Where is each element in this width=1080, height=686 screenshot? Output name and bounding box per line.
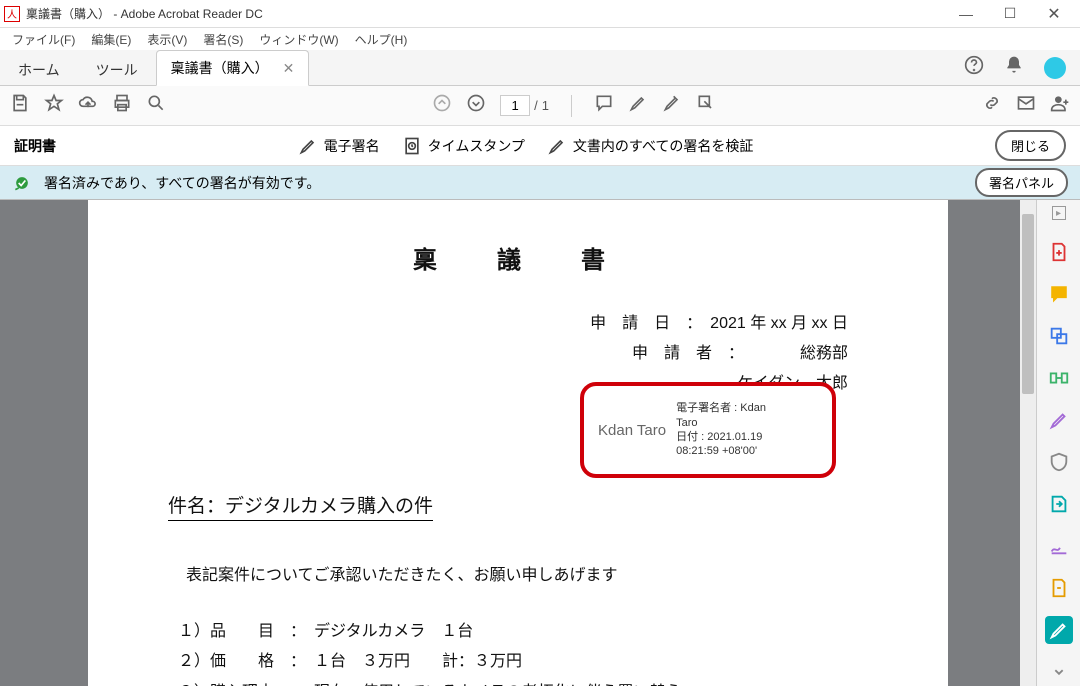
document-viewport[interactable]: 稟 議 書 申請日 ： 2021 年 xx 月 xx 日 申請者 ： 総務部 ケ… [0,200,1036,686]
doc-title: 稟 議 書 [168,240,868,275]
tool-protect-icon[interactable] [1045,448,1073,476]
menu-file[interactable]: ファイル(F) [6,29,81,50]
tool-combine-icon[interactable] [1045,322,1073,350]
esign-button[interactable]: 電子署名 [298,136,380,156]
signature-details: 電子署名者 : Kdan Taro 日付 : 2021.01.19 08:21:… [676,401,766,458]
certificate-bar: 証明書 電子署名 タイムスタンプ 文書内のすべての署名を検証 閉じる [0,126,1080,166]
item-row: ３）購入理由 ： 現在、使用しているカメラの老朽化に伴う買い替え。 [178,678,868,686]
doc-subject: 件名：デジタルカメラ購入の件 [168,491,433,521]
add-person-icon[interactable] [1050,93,1070,118]
signature-stamp[interactable]: Kdan Taro 電子署名者 : Kdan Taro 日付 : 2021.01… [580,382,836,478]
save-icon[interactable] [10,93,30,118]
window-titlebar: 人 稟議書（購入） - Adobe Acrobat Reader DC — ☐ … [0,0,1080,28]
page-up-icon[interactable] [432,93,452,118]
apply-date-row: 申請日 ： 2021 年 xx 月 xx 日 [168,309,868,333]
signature-signer: Kdan Taro [598,422,666,439]
timestamp-button[interactable]: タイムスタンプ [402,136,525,156]
main-toolbar: / 1 [0,86,1080,126]
right-tool-panel: ▸ [1036,200,1080,686]
panel-toggle-icon[interactable]: ▸ [1052,206,1066,220]
window-title: 稟議書（購入） - Adobe Acrobat Reader DC [26,5,944,22]
bell-icon[interactable] [1004,55,1024,80]
link-icon[interactable] [982,93,1002,118]
minimize-button[interactable]: — [944,0,988,28]
user-avatar[interactable] [1044,57,1066,79]
tool-compress-icon[interactable] [1045,574,1073,602]
star-icon[interactable] [44,93,64,118]
item-row: ２）価 格 ： １台 ３万円 計：３万円 [178,647,868,677]
item-row: １）品 目 ： デジタルカメラ １台 [178,617,868,647]
tool-fill-sign-icon[interactable] [1045,532,1073,560]
tab-document-label: 稟議書（購入） [171,58,269,78]
pdf-app-icon: 人 [4,6,20,22]
tab-home[interactable]: ホーム [0,50,78,85]
menu-view[interactable]: 表示(V) [141,29,193,50]
tool-more-icon[interactable] [1045,658,1073,686]
comment-icon[interactable] [594,93,614,118]
menu-edit[interactable]: 編集(E) [85,29,137,50]
search-icon[interactable] [146,93,166,118]
verify-all-button[interactable]: 文書内のすべての署名を検証 [547,136,753,156]
status-message: 署名済みであり、すべての署名が有効です。 [44,173,320,193]
menu-window[interactable]: ウィンドウ(W) [253,29,344,50]
page-down-icon[interactable] [466,93,486,118]
certificate-label: 証明書 [14,136,56,156]
tool-organize-icon[interactable] [1045,364,1073,392]
maximize-button[interactable]: ☐ [988,0,1032,28]
tool-comment-icon[interactable] [1045,280,1073,308]
signature-status-bar: 署名済みであり、すべての署名が有効です。 署名パネル [0,166,1080,200]
tool-create-pdf-icon[interactable] [1045,238,1073,266]
applicant-row: 申請者 ： 総務部 [168,339,868,363]
tab-document[interactable]: 稟議書（購入） ✕ [156,50,310,86]
stamp-icon[interactable] [696,93,716,118]
vertical-scrollbar[interactable] [1020,200,1036,686]
page-indicator: / 1 [500,95,549,116]
tool-edit-icon[interactable] [1045,406,1073,434]
doc-items: １）品 目 ： デジタルカメラ １台 ２）価 格 ： １台 ３万円 計：３万円 … [168,617,868,686]
tool-certificate-icon[interactable] [1045,616,1073,644]
menu-sign[interactable]: 署名(S) [197,29,249,50]
doc-body: 表記案件についてご承認いただきたく、お願い申しあげます [168,561,868,585]
sign-icon[interactable] [662,93,682,118]
cloud-icon[interactable] [78,93,98,118]
close-window-button[interactable]: ✕ [1032,0,1076,28]
help-icon[interactable] [964,55,984,80]
tab-tools[interactable]: ツール [78,50,156,85]
page-current-input[interactable] [500,95,530,116]
close-tab-icon[interactable]: ✕ [283,60,295,77]
mail-icon[interactable] [1016,93,1036,118]
close-cert-button[interactable]: 閉じる [995,130,1066,161]
menu-bar: ファイル(F) 編集(E) 表示(V) 署名(S) ウィンドウ(W) ヘルプ(H… [0,28,1080,50]
document-page: 稟 議 書 申請日 ： 2021 年 xx 月 xx 日 申請者 ： 総務部 ケ… [88,200,948,686]
page-total: 1 [542,98,549,113]
tool-export-icon[interactable] [1045,490,1073,518]
valid-signature-icon [12,173,32,193]
document-tab-bar: ホーム ツール 稟議書（購入） ✕ [0,50,1080,86]
signature-panel-button[interactable]: 署名パネル [975,168,1068,197]
highlight-icon[interactable] [628,93,648,118]
menu-help[interactable]: ヘルプ(H) [349,29,414,50]
print-icon[interactable] [112,93,132,118]
